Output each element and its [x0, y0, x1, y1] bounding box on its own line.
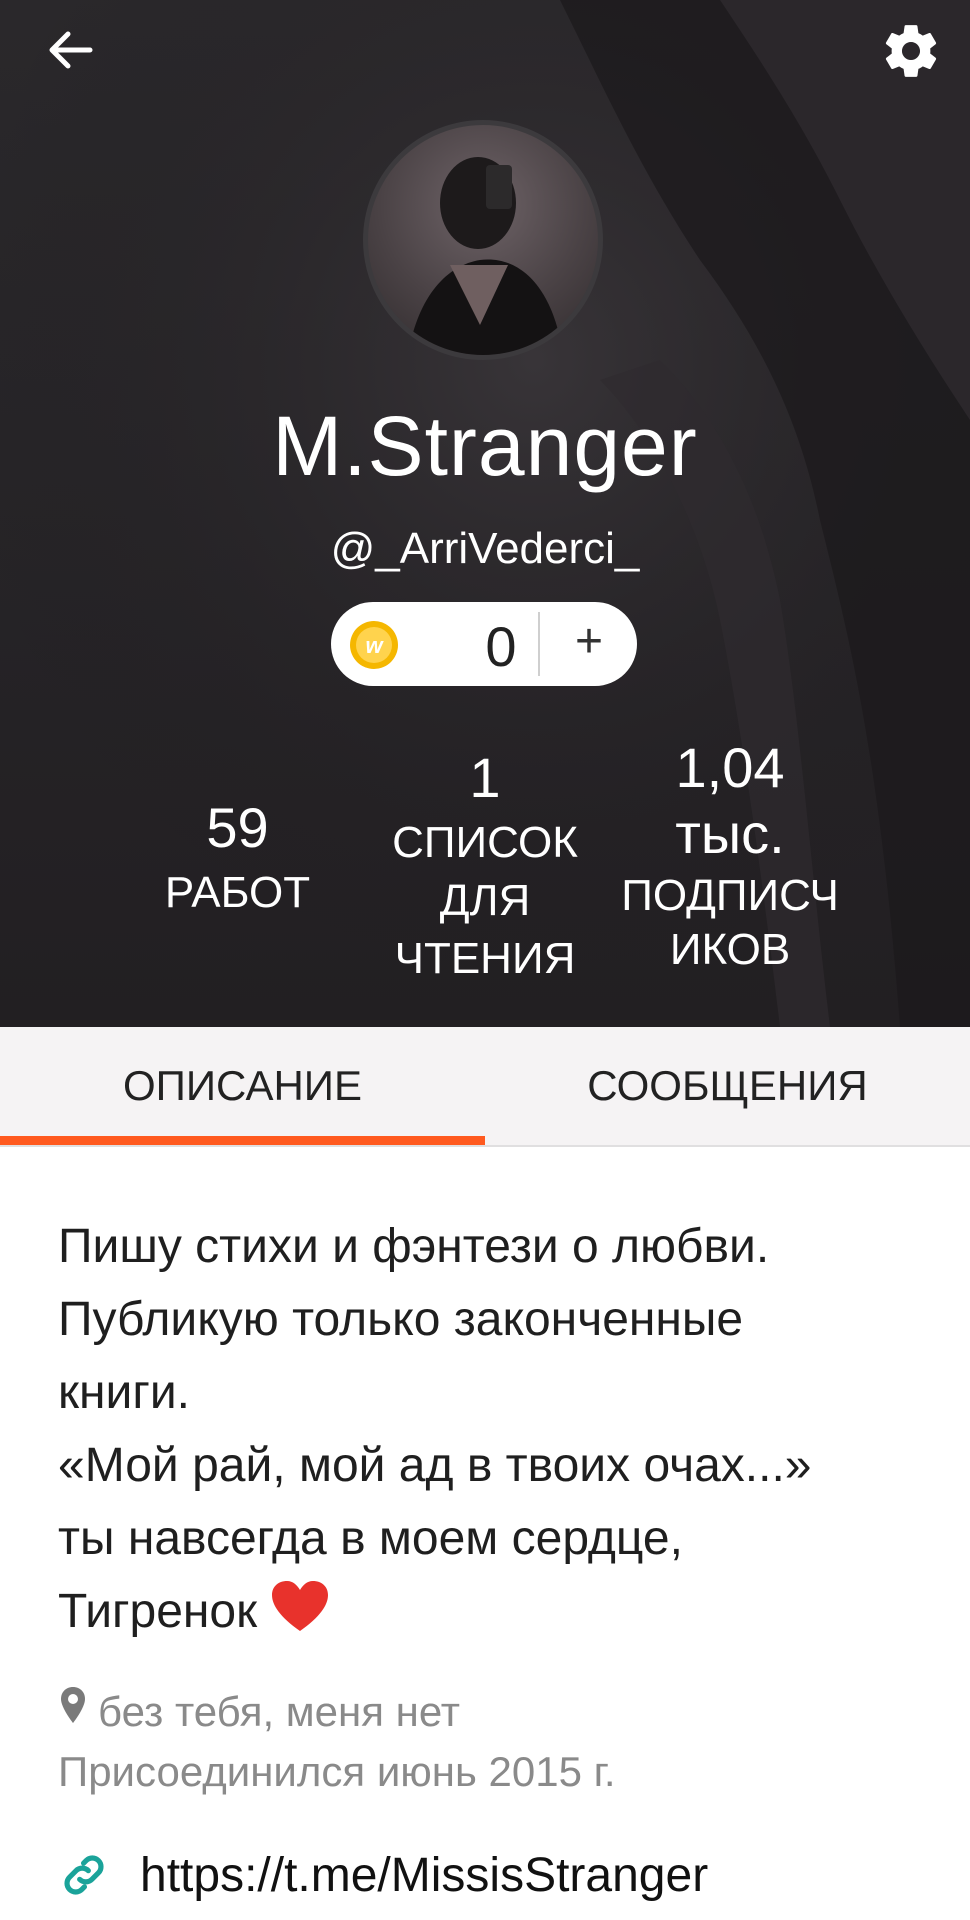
- add-coins-button[interactable]: +: [546, 602, 632, 686]
- works-count: 59: [206, 796, 269, 859]
- profile-cover: M.Stranger @_ArriVederci_ w 0 + 59 РАБОТ…: [0, 0, 970, 1027]
- bio-line-4: «Мой рай, мой ад в твоих очах...»: [58, 1439, 812, 1492]
- gear-icon[interactable]: [880, 20, 942, 82]
- external-link-url[interactable]: https://t.me/MissisStranger: [140, 1848, 708, 1903]
- back-arrow-icon[interactable]: [42, 22, 98, 78]
- reading-lists-label-2: ДЛЯ: [439, 876, 531, 925]
- bio-line-6-text: Тигренок: [58, 1585, 258, 1638]
- tab-description[interactable]: ОПИСАНИЕ: [0, 1027, 485, 1145]
- stat-followers[interactable]: 1,04 тыс. ПОДПИСЧ ИКОВ: [600, 735, 860, 975]
- location-row: без тебя, меня нет: [58, 1682, 460, 1742]
- reading-lists-label-1: СПИСОК: [392, 818, 578, 867]
- bio-line-5: ты навсегда в моем сердце,: [58, 1512, 683, 1565]
- avatar-photo: [408, 157, 563, 355]
- profile-avatar[interactable]: [363, 120, 603, 360]
- works-label: РАБОТ: [164, 868, 311, 917]
- location-text: без тебя, меня нет: [98, 1688, 461, 1735]
- stat-works[interactable]: 59 РАБОТ: [130, 795, 345, 918]
- followers-count: 1,04: [675, 736, 785, 799]
- profile-username: @_ArriVederci_: [330, 524, 640, 573]
- followers-label-2: ИКОВ: [669, 925, 791, 974]
- profile-display-name: M.Stranger: [272, 399, 698, 493]
- external-link-row[interactable]: https://t.me/MissisStranger: [58, 1840, 708, 1910]
- joined-date: Присоединился июнь 2015 г.: [58, 1748, 616, 1795]
- wattpad-coin-icon: w: [350, 621, 398, 669]
- tab-messages[interactable]: СООБЩЕНИЯ: [485, 1027, 970, 1145]
- coin-balance-pill: w 0 +: [331, 602, 637, 686]
- bio-line-1: Пишу стихи и фэнтези о любви.: [58, 1220, 770, 1273]
- bio-line-6: Тигренок: [58, 1575, 938, 1648]
- bio-line-2: Публикую только законченные: [58, 1293, 744, 1346]
- profile-bio: Пишу стихи и фэнтези о любви. Публикую т…: [58, 1210, 938, 1648]
- svg-text:w: w: [365, 633, 384, 658]
- bio-line-3: книги.: [58, 1366, 190, 1419]
- reading-lists-count: 1: [469, 746, 501, 809]
- followers-count-unit: тыс.: [675, 802, 785, 865]
- stat-reading-lists[interactable]: 1 СПИСОК ДЛЯ ЧТЕНИЯ: [375, 745, 595, 984]
- followers-label-1: ПОДПИСЧ: [621, 871, 839, 920]
- active-tab-indicator: [0, 1136, 485, 1145]
- profile-tabs: ОПИСАНИЕ СООБЩЕНИЯ: [0, 1027, 970, 1147]
- reading-lists-label-3: ЧТЕНИЯ: [394, 934, 576, 983]
- link-icon: [64, 1855, 104, 1895]
- heart-emoji-icon: [272, 1581, 329, 1631]
- location-pin-icon: [61, 1687, 85, 1723]
- coin-divider: [538, 612, 540, 676]
